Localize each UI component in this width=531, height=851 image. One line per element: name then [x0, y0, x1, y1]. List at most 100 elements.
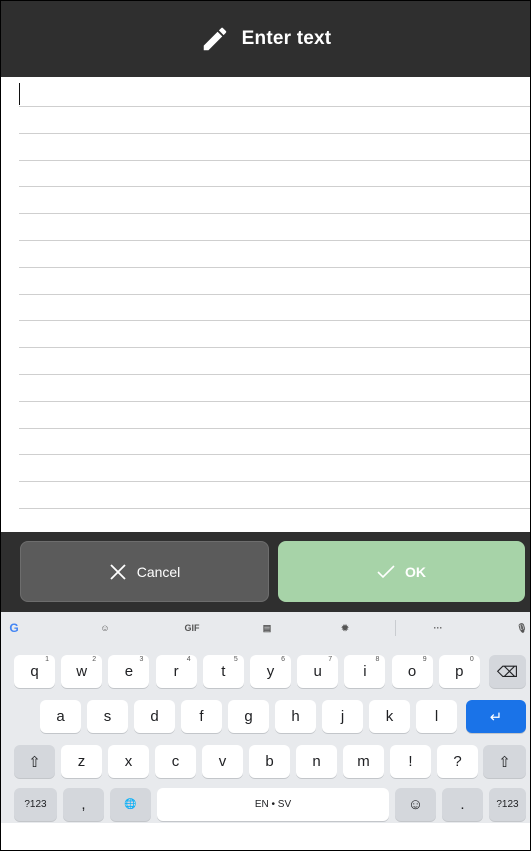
keyboard-toolbar: G ☺ GIF ▤ ✹ ··· 🎙	[1, 612, 530, 644]
key-g[interactable]: g	[228, 700, 269, 733]
key-e[interactable]: e3	[108, 655, 150, 688]
ruled-line	[19, 320, 530, 322]
key-w-label: w	[76, 663, 88, 680]
settings-icon[interactable]: ✹	[337, 618, 353, 638]
key-i-label: i	[363, 663, 367, 680]
key-p[interactable]: p0	[438, 655, 480, 688]
globe-key[interactable]: 🌐	[110, 788, 151, 821]
ruled-line	[19, 427, 530, 429]
key-s-label: s	[103, 708, 112, 725]
key-question[interactable]: ?	[437, 745, 478, 778]
key-g-label: g	[244, 708, 253, 725]
key-m[interactable]: m	[343, 745, 384, 778]
key-d[interactable]: d	[134, 700, 175, 733]
key-y-label: y	[266, 663, 275, 680]
key-q-label: q	[30, 663, 39, 680]
ruled-line	[19, 400, 530, 402]
enter-key[interactable]: ↵	[466, 700, 526, 733]
key-exclamation[interactable]: !	[390, 745, 431, 778]
key-hint: 6	[281, 656, 285, 663]
key-l[interactable]: l	[416, 700, 457, 733]
ruled-line	[19, 374, 530, 375]
microphone-icon[interactable]: 🎙	[509, 618, 530, 638]
key-hint: 1	[45, 656, 49, 663]
clipboard-icon[interactable]: ▤	[259, 618, 275, 638]
key-b[interactable]: b	[249, 745, 290, 778]
key-z[interactable]: z	[61, 745, 102, 778]
key-r[interactable]: r4	[155, 655, 197, 688]
shift-key-right-label: ⇧	[498, 753, 511, 771]
page-title: Enter text	[241, 28, 332, 49]
text-entry-screen: Enter text Cancel OK G ☺ GIF ▤ ✹ ··· 🎙 q1w2e3r…	[0, 0, 531, 851]
ruled-line	[19, 347, 530, 349]
key-k-label: k	[385, 708, 394, 725]
ruled-line	[19, 213, 530, 215]
key-u[interactable]: u7	[297, 655, 339, 688]
backspace-key-label: ⌫	[496, 663, 519, 681]
text-input-area[interactable]	[1, 77, 530, 532]
backspace-key[interactable]: ⌫	[489, 655, 526, 688]
comma-key[interactable]: ,	[63, 788, 104, 821]
close-icon	[109, 563, 127, 581]
key-v-label: v	[218, 753, 227, 770]
key-t[interactable]: t5	[202, 655, 244, 688]
key-p-label: p	[455, 663, 464, 680]
key-f[interactable]: f	[181, 700, 222, 733]
ruled-line	[19, 481, 530, 483]
key-exclamation-label: !	[408, 753, 413, 770]
key-hint: 4	[186, 656, 191, 663]
pencil-icon	[200, 24, 230, 54]
key-d-label: d	[150, 708, 159, 725]
emoji-key[interactable]: ☺	[395, 788, 436, 821]
key-o[interactable]: o9	[391, 655, 433, 688]
shift-key-right[interactable]: ⇧	[483, 745, 526, 778]
key-t-label: t	[221, 663, 226, 680]
text-cursor	[19, 83, 20, 105]
key-v[interactable]: v	[202, 745, 243, 778]
bottom-strip	[1, 823, 530, 850]
ruled-line	[19, 454, 530, 456]
shift-key-left[interactable]: ⇧	[14, 745, 55, 778]
comma-key-label: ,	[81, 796, 86, 813]
ok-label: OK	[405, 563, 426, 580]
key-l-label: l	[434, 708, 439, 725]
symbols-key[interactable]: ?123	[14, 788, 57, 821]
symbols-key-right-label: ?123	[496, 799, 519, 810]
key-e-label: e	[124, 663, 134, 680]
action-bar: Cancel OK	[1, 532, 530, 612]
ruled-line	[19, 106, 530, 107]
key-j[interactable]: j	[322, 700, 363, 733]
key-y[interactable]: y6	[250, 655, 291, 688]
key-w[interactable]: w2	[61, 655, 103, 688]
key-h[interactable]: h	[275, 700, 316, 733]
ruled-line	[19, 508, 530, 509]
key-hint: 8	[375, 656, 380, 663]
gif-icon[interactable]: GIF	[179, 618, 205, 638]
globe-key-label: 🌐	[124, 799, 137, 810]
key-hint: 5	[233, 656, 238, 663]
symbols-key-right[interactable]: ?123	[489, 788, 526, 821]
key-n[interactable]: n	[296, 745, 337, 778]
key-a[interactable]: a	[40, 700, 81, 733]
google-icon[interactable]: G	[6, 618, 22, 638]
key-b-label: b	[265, 753, 274, 770]
key-c-label: c	[171, 753, 180, 770]
ok-button[interactable]: OK	[278, 541, 525, 602]
title-bar: Enter text	[1, 1, 530, 77]
period-key-label: .	[460, 796, 465, 813]
more-icon[interactable]: ···	[425, 618, 451, 638]
key-r-label: r	[173, 663, 179, 680]
emoji-key-label: ☺	[407, 796, 424, 813]
key-x[interactable]: x	[108, 745, 149, 778]
ruled-line	[19, 132, 530, 134]
key-q[interactable]: q1	[14, 655, 55, 688]
key-i[interactable]: i8	[344, 655, 386, 688]
key-s[interactable]: s	[87, 700, 128, 733]
key-c[interactable]: c	[155, 745, 196, 778]
space-key[interactable]: EN • SV	[157, 788, 389, 821]
cancel-button[interactable]: Cancel	[20, 541, 269, 602]
period-key[interactable]: .	[442, 788, 483, 821]
key-u-label: u	[313, 663, 322, 680]
sticker-icon[interactable]: ☺	[97, 618, 113, 638]
key-k[interactable]: k	[369, 700, 410, 733]
